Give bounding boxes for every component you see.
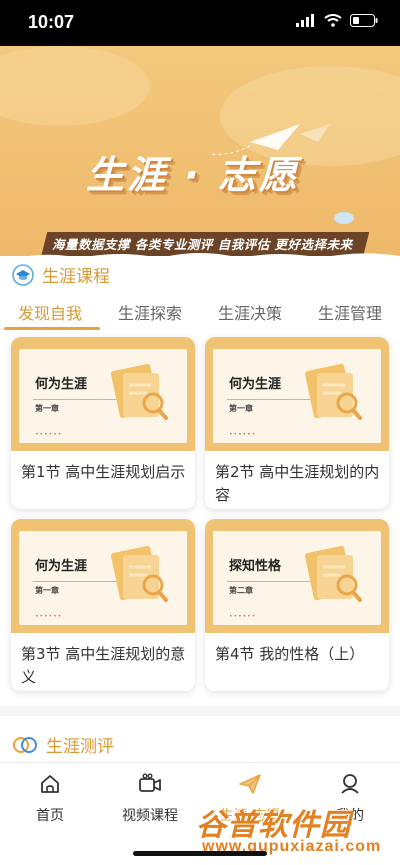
card-thumbnail: 何为生涯 第一章 •••••• [11, 337, 195, 451]
paper-plane-icon [239, 774, 261, 794]
tab-career-explore[interactable]: 生涯探索 [100, 296, 200, 330]
section-course-header: 生涯课程 [12, 262, 110, 287]
section-eval-title: 生涯测评 [46, 737, 114, 757]
status-bar: 10:07 [0, 0, 400, 46]
course-tabs: 发现自我 生涯探索 生涯决策 生涯管理 [0, 296, 400, 330]
video-icon [139, 773, 161, 792]
card-thumb-dots: •••••• [35, 613, 63, 620]
nav-home-label: 首页 [36, 808, 64, 824]
card-thumbnail: 何为生涯 第一章 •••••• [11, 519, 195, 633]
nav-home[interactable]: 首页 [0, 773, 100, 825]
card-thumb-dots: •••••• [35, 431, 63, 438]
tab-discover-self[interactable]: 发现自我 [0, 296, 100, 330]
tab-career-manage[interactable]: 生涯管理 [300, 296, 400, 330]
user-icon [341, 774, 359, 794]
card-thumb-chapter: 第一章 [35, 586, 59, 595]
section-eval-header: 生涯测评 [12, 732, 114, 757]
card-thumb-chapter: 第二章 [229, 586, 253, 595]
card-thumb-panel: 何为生涯 第一章 •••••• [19, 531, 187, 625]
tab-career-decision[interactable]: 生涯决策 [200, 296, 300, 330]
home-indicator [133, 851, 267, 856]
course-card-4[interactable]: 探知性格 第二章 •••••• 第4节 我的性格（上） [205, 519, 389, 691]
course-card-1[interactable]: 何为生涯 第一章 •••••• 第1节 高中生涯规划启示 [11, 337, 195, 509]
card-thumbnail: 何为生涯 第一章 •••••• [205, 337, 389, 451]
document-search-icon [111, 545, 168, 602]
document-search-icon [111, 363, 168, 420]
card-caption: 第1节 高中生涯规划启示 [21, 463, 186, 481]
wifi-icon [324, 14, 342, 27]
banner-wave [28, 253, 400, 256]
evaluation-icon [13, 736, 37, 753]
document-search-icon [305, 545, 362, 602]
signal-icon [296, 14, 314, 27]
section-course-title: 生涯课程 [42, 267, 110, 287]
card-thumb-dots: •••••• [229, 431, 257, 438]
card-thumb-panel: 何为生涯 第一章 •••••• [213, 349, 381, 443]
card-thumb-chapter: 第一章 [229, 404, 253, 413]
card-caption: 第4节 我的性格（上） [215, 645, 365, 663]
course-card-3[interactable]: 何为生涯 第一章 •••••• 第3节 高中生涯规划的意义 [11, 519, 195, 691]
card-thumbnail: 探知性格 第二章 •••••• [205, 519, 389, 633]
card-thumb-title: 何为生涯 [35, 559, 88, 574]
section-divider [0, 706, 400, 716]
hero-banner[interactable]: 生涯 · 志愿 海量数据支撑 各类专业测评 自我评估 更好选择未来 [0, 46, 400, 256]
nav-video[interactable]: 视频课程 [100, 773, 200, 825]
graduation-cap-icon [12, 263, 34, 286]
card-thumb-panel: 何为生涯 第一章 •••••• [19, 349, 187, 443]
status-time: 10:07 [28, 12, 75, 32]
nav-video-label: 视频课程 [122, 808, 178, 824]
card-thumb-panel: 探知性格 第二章 •••••• [213, 531, 381, 625]
card-thumb-title: 何为生涯 [35, 377, 88, 392]
banner-title: 生涯 · 志愿 [86, 153, 300, 197]
status-icons [296, 14, 378, 27]
document-search-icon [305, 363, 362, 420]
course-card-2[interactable]: 何为生涯 第一章 •••••• 第2节 高中生涯规划的内容 [205, 337, 389, 509]
card-thumb-title: 何为生涯 [229, 377, 282, 392]
card-caption: 第2节 高中生涯规划的内容 [215, 463, 380, 504]
card-thumb-dots: •••••• [229, 613, 257, 620]
card-thumb-chapter: 第一章 [35, 404, 59, 413]
card-thumb-title: 探知性格 [229, 559, 282, 574]
card-caption: 第3节 高中生涯规划的意义 [21, 645, 186, 686]
home-icon [41, 775, 59, 793]
battery-icon [350, 14, 378, 27]
